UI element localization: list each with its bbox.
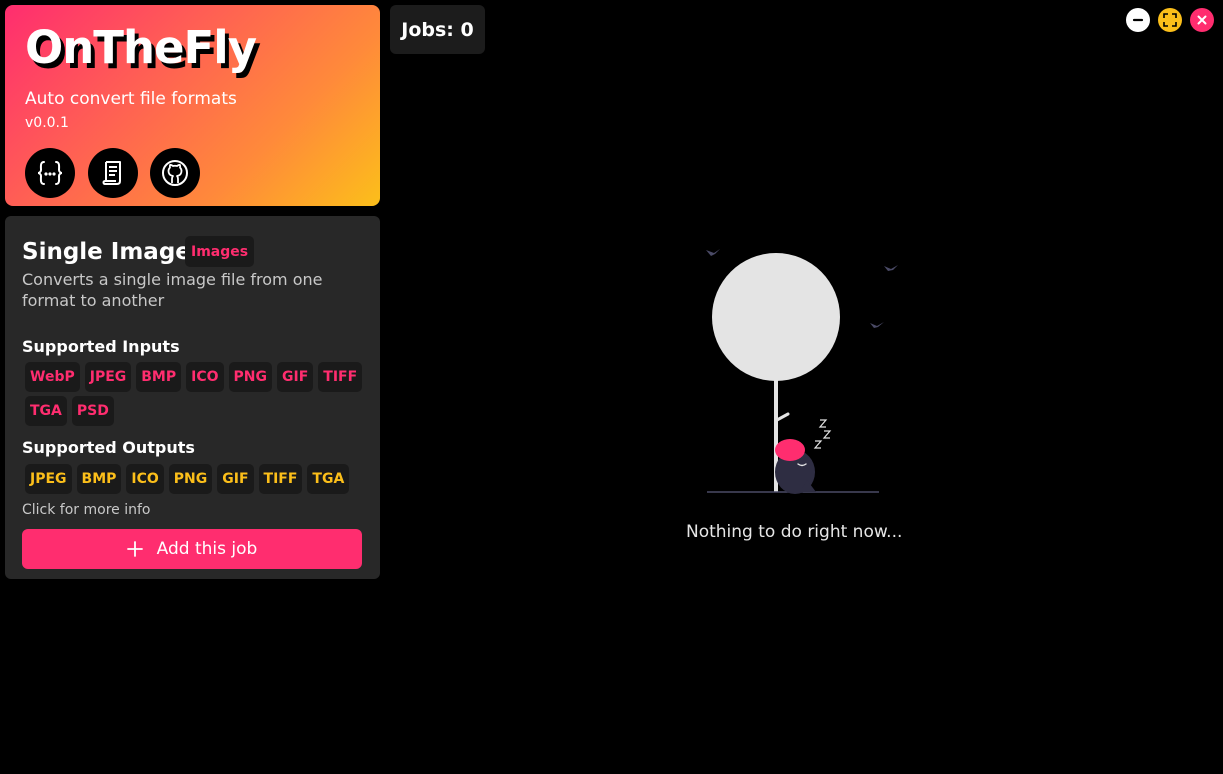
job-title: Single Image	[22, 239, 191, 265]
github-icon	[162, 160, 188, 186]
output-format-tag: BMP	[76, 464, 122, 494]
input-format-tag: BMP	[136, 362, 182, 392]
close-button[interactable]	[1190, 8, 1214, 32]
maximize-button[interactable]	[1158, 8, 1182, 32]
input-format-tag: WebP	[25, 362, 80, 392]
output-format-tag: TIFF	[258, 464, 303, 494]
output-format-tag: ICO	[126, 464, 164, 494]
input-format-tag: TIFF	[318, 362, 363, 392]
inputs-heading: Supported Inputs	[22, 337, 180, 356]
close-icon	[1197, 15, 1207, 25]
input-format-tag: PNG	[228, 362, 272, 392]
input-format-tag: ICO	[186, 362, 224, 392]
jobs-counter: Jobs: 0	[390, 5, 485, 54]
app-version: v0.0.1	[25, 115, 69, 131]
docs-button[interactable]	[88, 148, 138, 198]
add-job-button[interactable]: Add this job	[22, 529, 362, 569]
input-format-tag: JPEG	[84, 362, 132, 392]
job-card[interactable]: Single Image Images Converts a single im…	[5, 216, 380, 579]
output-format-tag: TGA	[307, 464, 350, 494]
output-format-tag: JPEG	[25, 464, 72, 494]
document-icon	[102, 161, 121, 185]
app-tagline: Auto convert file formats	[25, 89, 237, 109]
app-header: OnTheFly Auto convert file formats v0.0.…	[5, 5, 380, 206]
minimize-button[interactable]	[1126, 8, 1150, 32]
input-format-tag: TGA	[25, 396, 67, 426]
job-description: Converts a single image file from one fo…	[22, 270, 323, 310]
braces-icon	[37, 161, 63, 185]
sleeping-under-tree-illustration	[706, 249, 898, 494]
outputs-heading: Supported Outputs	[22, 438, 195, 457]
api-docs-button[interactable]	[25, 148, 75, 198]
app-title: OnTheFly	[25, 21, 257, 74]
input-formats-list: WebP JPEG BMP ICO PNG GIF TIFF TGA PSD	[25, 362, 365, 426]
more-info-link[interactable]: Click for more info	[22, 502, 150, 518]
maximize-icon	[1163, 13, 1177, 27]
output-format-tag: PNG	[168, 464, 213, 494]
add-job-label: Add this job	[156, 539, 258, 559]
category-badge: Images	[185, 236, 255, 267]
input-format-tag: GIF	[277, 362, 314, 392]
github-button[interactable]	[150, 148, 200, 198]
plus-icon	[126, 541, 143, 557]
empty-state-message: Nothing to do right now...	[686, 522, 903, 542]
minimize-icon	[1132, 18, 1144, 22]
output-formats-list: JPEG BMP ICO PNG GIF TIFF TGA	[25, 464, 365, 494]
input-format-tag: PSD	[71, 396, 114, 426]
output-format-tag: GIF	[217, 464, 254, 494]
